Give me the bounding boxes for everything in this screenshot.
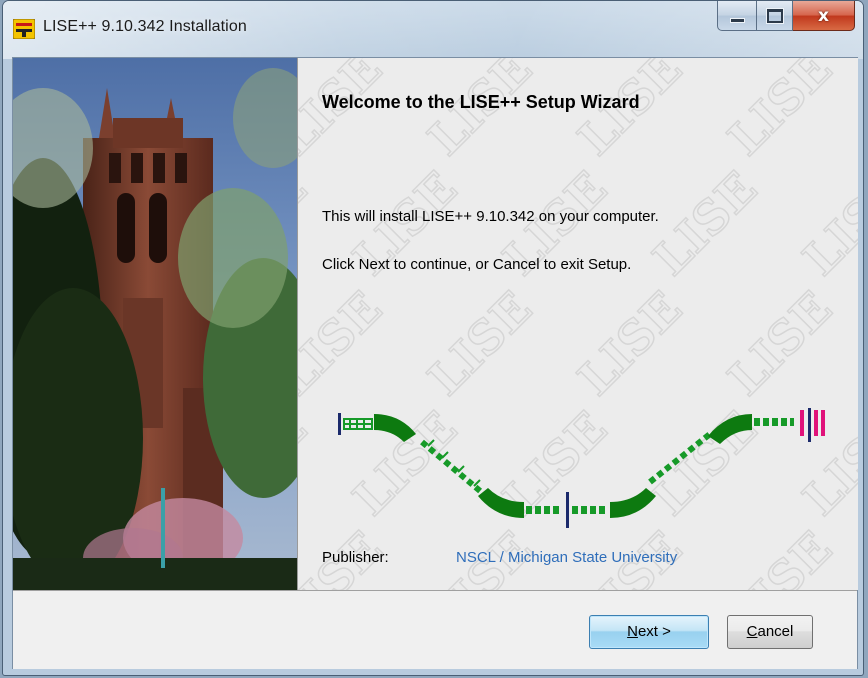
- next-label: ext >: [637, 623, 671, 640]
- instruction-text: Click Next to continue, or Cancel to exi…: [322, 256, 632, 273]
- wizard-side-image: [13, 58, 297, 590]
- publisher-link[interactable]: NSCL / Michigan State University: [456, 549, 677, 566]
- cancel-button[interactable]: Cancel: [727, 615, 813, 649]
- close-button[interactable]: x: [793, 1, 855, 31]
- next-button[interactable]: Next >: [589, 615, 709, 649]
- close-icon: x: [818, 5, 829, 26]
- caption-buttons: x: [717, 1, 855, 31]
- lise-app-icon: [13, 19, 35, 39]
- maximize-button[interactable]: [757, 1, 793, 31]
- wizard-button-bar: Next > Cancel: [13, 590, 857, 669]
- title-bar[interactable]: LISE++ 9.10.342 Installation x: [3, 1, 863, 59]
- wizard-content-panel: LISE LISE LISE LISE LISE LISE LISE LISE LISE LISE…: [297, 58, 858, 590]
- window-title: LISE++ 9.10.342 Installation: [43, 18, 247, 35]
- beamline-diagram: [338, 408, 825, 528]
- watermark-tile: LISE: [643, 161, 768, 286]
- watermark-tile: LISE: [298, 401, 317, 526]
- wizard-heading: Welcome to the LISE++ Setup Wizard: [322, 92, 640, 112]
- watermark-tile: LISE: [793, 161, 858, 286]
- watermark-tile: LISE: [718, 521, 843, 590]
- maximize-icon: [766, 8, 783, 23]
- publisher-label: Publisher:: [322, 549, 389, 566]
- wizard-client-area: LISE LISE LISE LISE LISE LISE LISE LISE LISE LISE…: [12, 57, 858, 669]
- minimize-icon: [729, 17, 745, 23]
- installer-window: LISE++ 9.10.342 Installation x LISE LISE…: [2, 0, 864, 676]
- next-mnemonic: N: [627, 623, 638, 640]
- minimize-button[interactable]: [717, 1, 757, 31]
- watermark-tile: LISE: [298, 161, 317, 286]
- cancel-mnemonic: C: [746, 623, 758, 640]
- install-info-text: This will install LISE++ 9.10.342 on you…: [322, 208, 659, 225]
- watermark-tile: LISE: [718, 58, 843, 166]
- cancel-label: ancel: [757, 623, 794, 640]
